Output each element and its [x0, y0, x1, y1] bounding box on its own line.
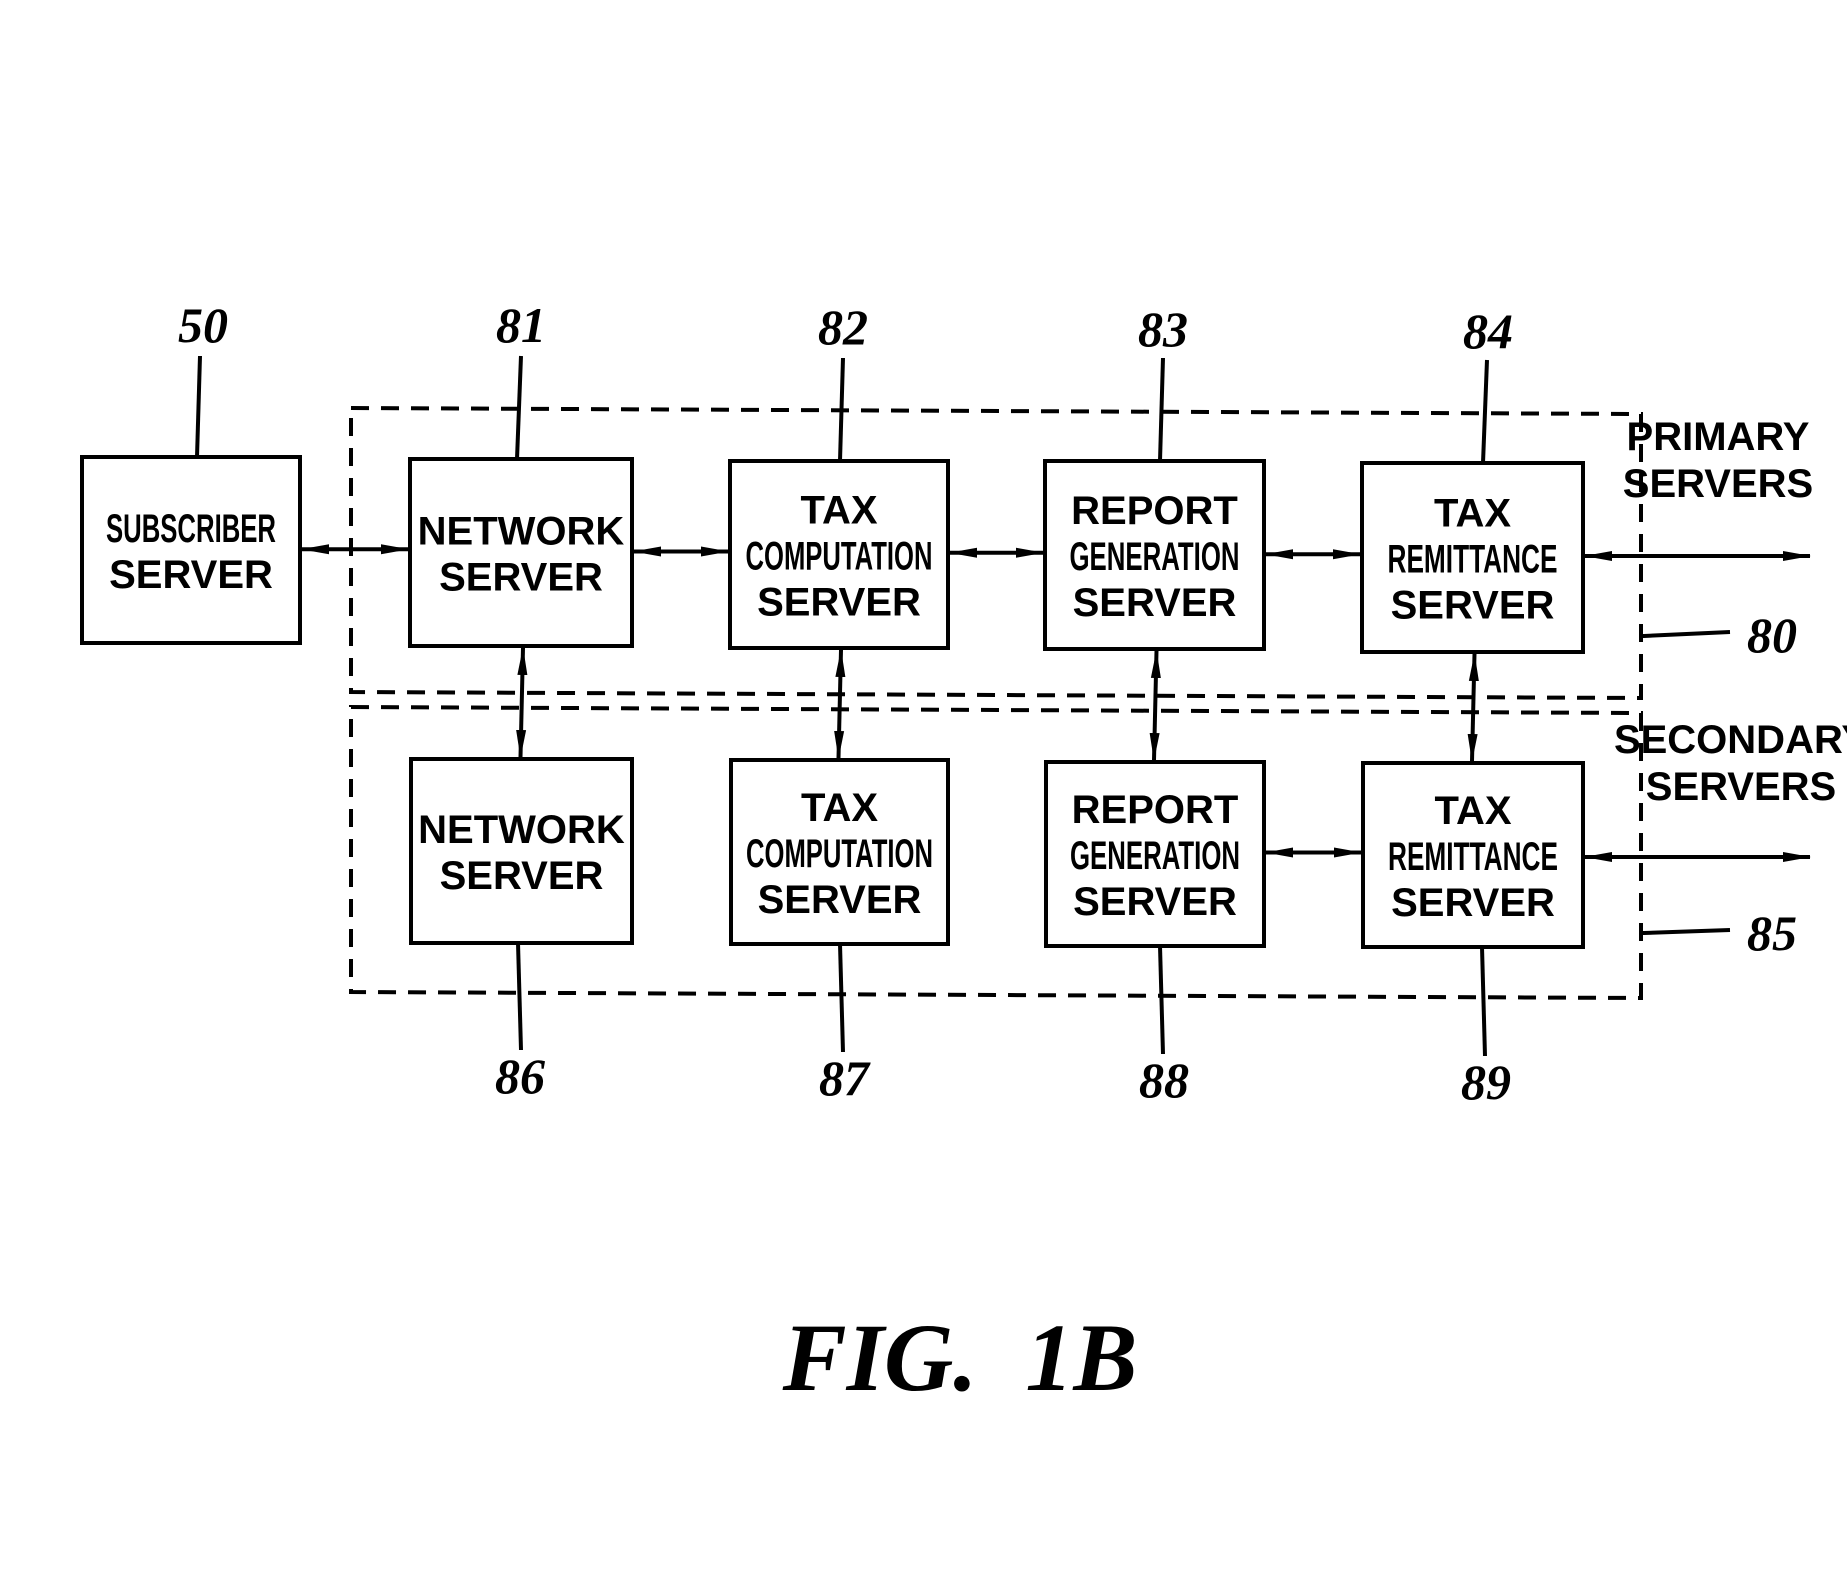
- ref-numeral-83: 83: [1138, 301, 1188, 357]
- server-node-subscriber: SUBSCRIBERSERVER: [80, 455, 302, 645]
- connector-p-report-to-s-report: [1149, 650, 1161, 761]
- ref-leader-line: [516, 942, 523, 1051]
- server-node-p-taxcomp: TAXCOMPUTATIONSERVER: [728, 459, 950, 650]
- ref-leader-line: [1481, 359, 1489, 464]
- server-node-s-report: REPORTGENERATIONSERVER: [1044, 760, 1266, 948]
- connector-p-remit-to-s-remit: [1467, 653, 1479, 762]
- secondary-group-ref-numeral: 85: [1747, 905, 1797, 961]
- ref-numeral-88: 88: [1139, 1052, 1189, 1108]
- server-label-line: SERVER: [758, 878, 922, 922]
- ref-leader-line: [838, 357, 845, 462]
- ref-leader-line: [515, 355, 523, 460]
- server-node-s-network: NETWORKSERVER: [409, 757, 634, 945]
- server-label-line: NETWORK: [418, 808, 625, 852]
- server-label-line: SERVER: [1073, 581, 1237, 625]
- server-label-line: REPORT: [1072, 788, 1239, 832]
- tax-server-architecture-diagram: SUBSCRIBERSERVERNETWORKSERVERTAXCOMPUTAT…: [80, 297, 1847, 1411]
- ref-leader-line: [838, 943, 845, 1053]
- server-label-line: SERVER: [1073, 880, 1237, 924]
- server-label-line: TAX: [1434, 789, 1511, 833]
- ref-numeral-84: 84: [1463, 303, 1513, 359]
- server-label-line: SERVER: [440, 854, 604, 898]
- primary-servers-label-line-2: SERVERS: [1623, 462, 1813, 506]
- ref-numeral-89: 89: [1461, 1054, 1511, 1110]
- primary-servers-label-line-1: PRIMARY: [1627, 415, 1810, 459]
- ref-leader-line: [1158, 357, 1165, 462]
- ref-leader-line: [1480, 946, 1487, 1057]
- server-label-line: SERVER: [757, 581, 921, 625]
- server-label-line: TAX: [801, 786, 878, 830]
- server-label-line: REMITTANCE: [1388, 835, 1558, 879]
- server-label-line: SERVER: [1391, 584, 1555, 628]
- server-label-line: SUBSCRIBER: [106, 507, 276, 551]
- connector-p-taxcomp-to-s-taxcomp: [834, 649, 846, 759]
- server-node-p-remit: TAXREMITTANCESERVER: [1360, 461, 1585, 654]
- ref-numeral-86: 86: [495, 1048, 545, 1104]
- server-label-line: REPORT: [1071, 489, 1238, 533]
- secondary-group-leader-line: [1641, 928, 1731, 935]
- server-node-p-report: REPORTGENERATIONSERVER: [1043, 459, 1266, 651]
- server-label-line: COMPUTATION: [746, 535, 933, 579]
- ref-numeral-50: 50: [178, 297, 228, 353]
- server-node-p-network: NETWORKSERVER: [408, 457, 634, 648]
- ref-numeral-82: 82: [818, 299, 868, 355]
- server-label-line: COMPUTATION: [746, 832, 933, 876]
- server-label-line: SERVER: [1391, 881, 1555, 925]
- server-label-line: SERVER: [439, 556, 603, 600]
- connector-p-network-to-s-network: [516, 647, 528, 758]
- ref-numeral-81: 81: [496, 297, 546, 353]
- primary-group-leader-line: [1641, 630, 1731, 638]
- secondary-servers-label-line-2: SERVERS: [1646, 765, 1836, 809]
- ref-leader-line: [1158, 945, 1165, 1055]
- server-label-line: REMITTANCE: [1388, 538, 1558, 582]
- server-label-line: NETWORK: [418, 510, 625, 554]
- server-label-line: SERVER: [109, 553, 273, 597]
- server-label-line: GENERATION: [1070, 834, 1240, 878]
- primary-group-ref-numeral: 80: [1747, 607, 1797, 663]
- server-label-line: GENERATION: [1070, 535, 1240, 579]
- secondary-servers-label-line-1: SECONDARY: [1614, 718, 1847, 762]
- server-node-s-remit: TAXREMITTANCESERVER: [1361, 761, 1585, 949]
- server-node-s-taxcomp: TAXCOMPUTATIONSERVER: [729, 758, 950, 946]
- ref-numeral-87: 87: [819, 1050, 871, 1106]
- ref-leader-line: [195, 355, 202, 458]
- server-label-line: TAX: [800, 489, 877, 533]
- figure-caption: FIG. 1B: [782, 1304, 1138, 1411]
- server-label-line: TAX: [1434, 492, 1511, 536]
